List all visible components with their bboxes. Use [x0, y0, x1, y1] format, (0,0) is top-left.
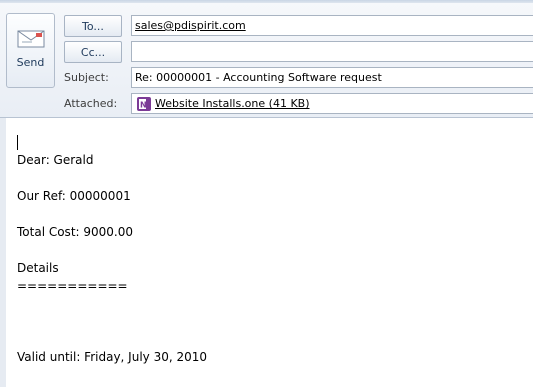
attachment-link[interactable]: Website Installs.one (41 KB) — [155, 97, 310, 110]
attached-label: Attached: — [64, 97, 118, 110]
cc-field[interactable] — [131, 41, 533, 62]
cc-button[interactable]: Cc... — [64, 41, 122, 63]
body-line-ref: Our Ref: 00000001 — [17, 189, 131, 203]
subject-value: Re: 00000001 - Accounting Software reque… — [135, 71, 382, 84]
to-button[interactable]: To... — [64, 15, 122, 37]
send-envelope-icon — [17, 30, 44, 48]
to-field[interactable]: sales@pdispirit.com — [131, 15, 533, 36]
to-recipient[interactable]: sales@pdispirit.com — [135, 19, 246, 32]
body-line-details: Details — [17, 261, 59, 275]
message-header: Send To... Cc... sales@pdispirit.com Sub… — [0, 0, 533, 118]
text-caret — [17, 135, 18, 150]
body-line-cost: Total Cost: 9000.00 — [17, 225, 133, 239]
body-line-separator: =========== — [17, 279, 128, 293]
body-line-valid: Valid until: Friday, July 30, 2010 — [17, 350, 208, 364]
send-button[interactable]: Send — [6, 13, 55, 88]
subject-label: Subject: — [64, 71, 109, 84]
send-label: Send — [16, 56, 45, 69]
subject-field[interactable]: Re: 00000001 - Accounting Software reque… — [131, 67, 533, 88]
svg-text:N: N — [140, 100, 147, 109]
body-line-greeting: Dear: Gerald — [17, 153, 94, 167]
attached-field[interactable]: N Website Installs.one (41 KB) — [131, 93, 533, 114]
onenote-icon: N — [137, 96, 151, 111]
